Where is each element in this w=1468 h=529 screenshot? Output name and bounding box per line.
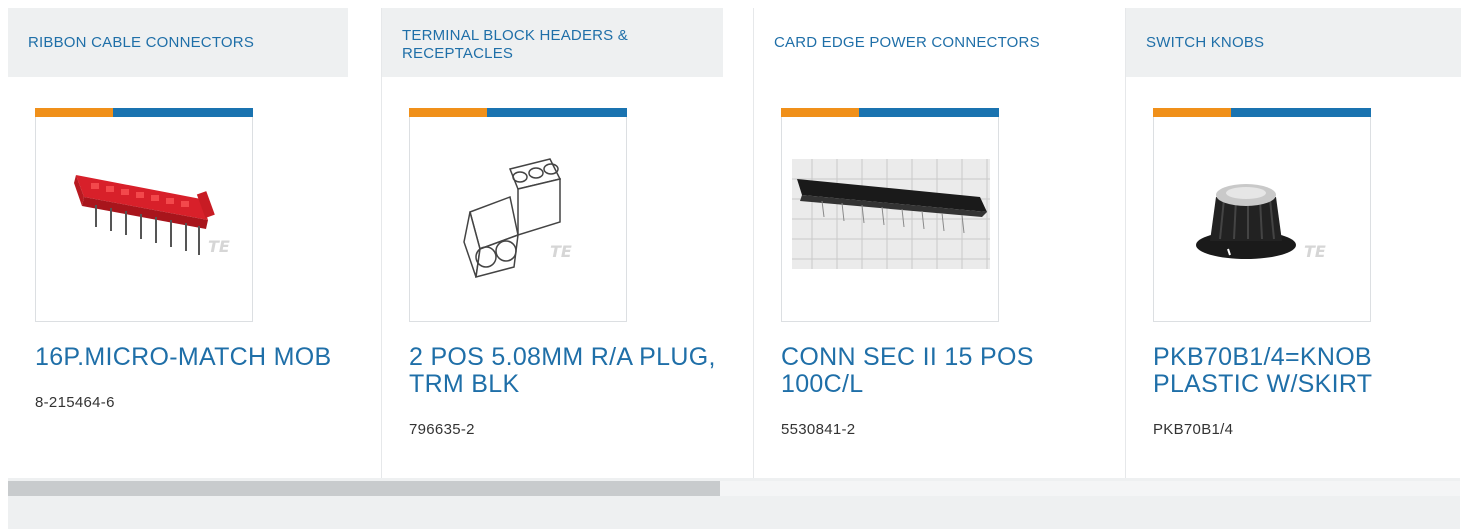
svg-text:TE: TE — [1304, 242, 1326, 261]
accent-bar — [35, 108, 253, 117]
terminal-block-image: TE — [409, 117, 627, 322]
product-card-terminal-block: TERMINAL BLOCK HEADERS & RECEPTACLES TE … — [381, 8, 753, 478]
scrollbar-track[interactable] — [720, 481, 1460, 496]
product-thumbnail[interactable]: TE — [35, 108, 253, 322]
product-card-ribbon: RIBBON CABLE CONNECTORS TE 16P.MICRO-MAT… — [8, 8, 380, 478]
scrollbar-thumb[interactable] — [8, 481, 720, 496]
product-card-card-edge: CARD EDGE POWER CONNECTORS CONN SEC II 1… — [753, 8, 1125, 478]
category-link-switch-knobs[interactable]: SWITCH KNOBS — [1126, 8, 1461, 77]
horizontal-scrollbar[interactable] — [8, 478, 1460, 529]
card-edge-connector-image — [781, 117, 999, 322]
product-title[interactable]: CONN SEC II 15 POS 100C/L — [781, 344, 1111, 398]
accent-bar — [1153, 108, 1371, 117]
knob-image: TE — [1153, 117, 1371, 322]
part-number: 5530841-2 — [781, 421, 856, 438]
category-link-card-edge-power[interactable]: CARD EDGE POWER CONNECTORS — [754, 8, 1095, 77]
category-link-terminal-block[interactable]: TERMINAL BLOCK HEADERS & RECEPTACLES — [382, 8, 723, 77]
svg-text:TE: TE — [208, 237, 230, 256]
product-title[interactable]: 16P.MICRO-MATCH MOB — [35, 344, 365, 371]
product-title[interactable]: PKB70B1/4=KNOB PLASTIC W/SKIRT — [1153, 344, 1468, 398]
accent-bar — [781, 108, 999, 117]
category-link-ribbon-cable-connectors[interactable]: RIBBON CABLE CONNECTORS — [8, 8, 348, 77]
ribbon-connector-image: TE — [35, 117, 253, 322]
product-title[interactable]: 2 POS 5.08MM R/A PLUG, TRM BLK — [409, 344, 739, 398]
part-number: PKB70B1/4 — [1153, 421, 1234, 438]
product-card-switch-knob: SWITCH KNOBS TE PKB70B1/4=KNOB PLASTIC W… — [1125, 8, 1461, 478]
product-thumbnail[interactable] — [781, 108, 999, 322]
part-number: 8-215464-6 — [35, 394, 115, 411]
product-thumbnail[interactable]: TE — [409, 108, 627, 322]
accent-bar — [409, 108, 627, 117]
product-thumbnail[interactable]: TE — [1153, 108, 1371, 322]
svg-text:TE: TE — [550, 242, 572, 261]
part-number: 796635-2 — [409, 421, 475, 438]
